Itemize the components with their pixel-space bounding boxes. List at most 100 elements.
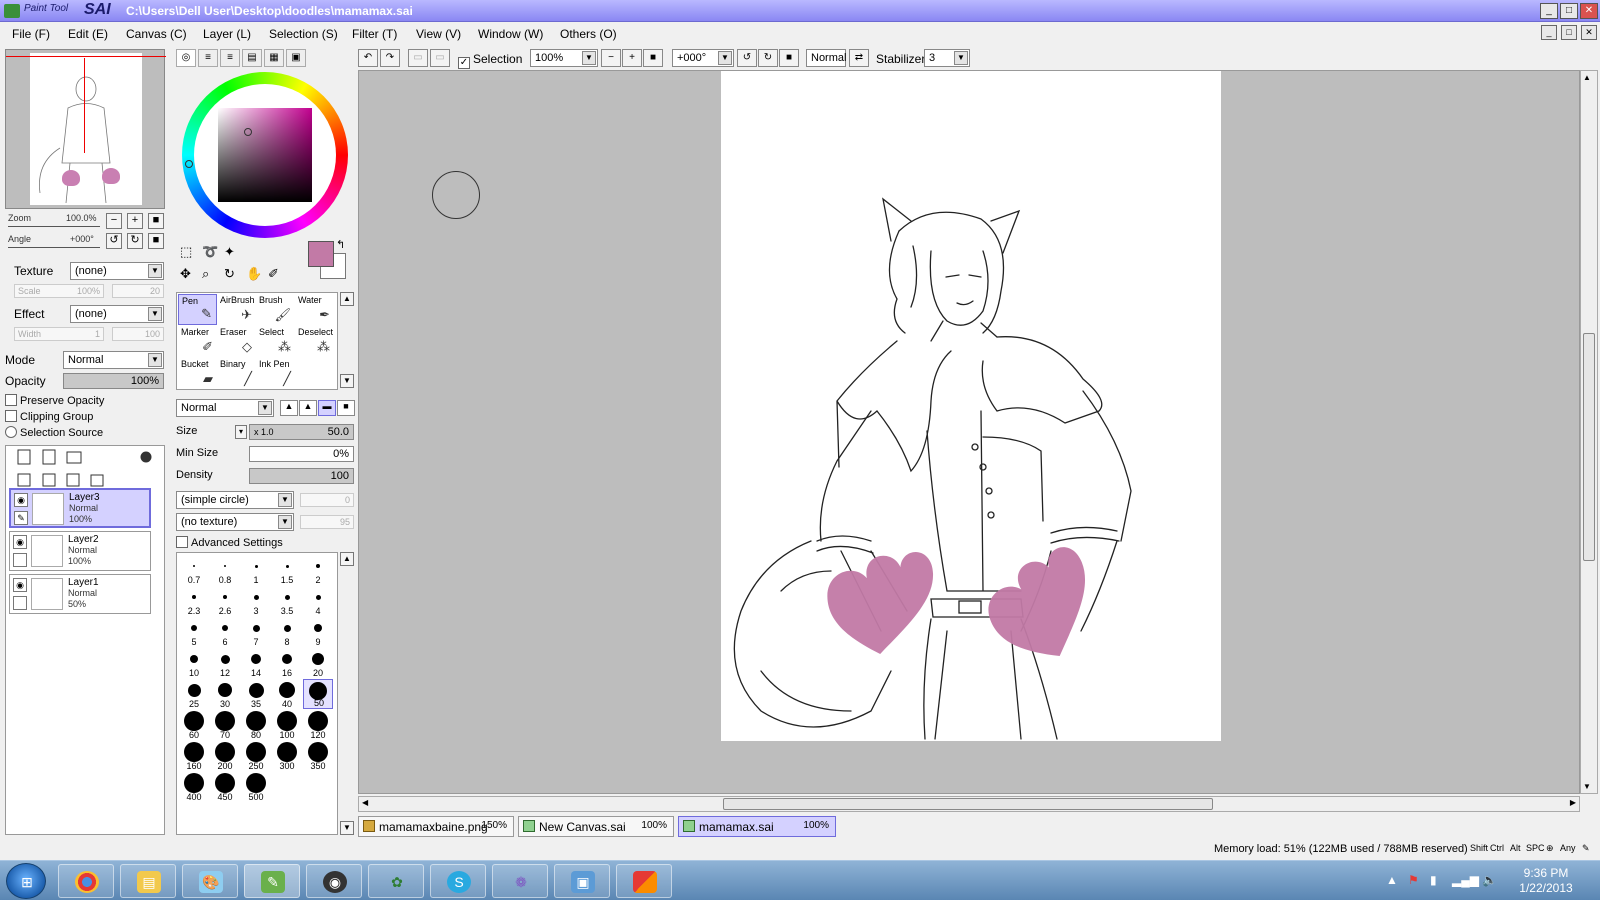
rotate-tool-icon[interactable]: ↻: [224, 266, 235, 282]
redo-button[interactable]: ↷: [380, 49, 400, 67]
hue-marker[interactable]: [185, 160, 193, 168]
blend-mode-dropdown[interactable]: Normal ▼: [63, 351, 164, 369]
brush-size-0-7[interactable]: 0.7: [179, 555, 209, 585]
mask-icon[interactable]: [140, 451, 152, 463]
zoom-field[interactable]: 100% ▼: [530, 49, 598, 67]
taskbar-paw[interactable]: ✿: [368, 864, 424, 898]
taskbar-photos[interactable]: ▣: [554, 864, 610, 898]
brush-texture-dropdown[interactable]: (no texture) ▼: [176, 513, 294, 531]
brush-size-70[interactable]: 70: [210, 710, 240, 740]
brush-size-1[interactable]: 1: [241, 555, 271, 585]
taskbar-flower[interactable]: ❁: [492, 864, 548, 898]
density-slider[interactable]: 100: [249, 468, 354, 484]
brush-size-5[interactable]: 5: [179, 617, 209, 647]
lasso-icon[interactable]: ➰: [202, 244, 218, 260]
clear-layer-icon[interactable]: [66, 473, 80, 487]
canvas-viewport[interactable]: [358, 70, 1580, 794]
taskbar-clock[interactable]: 9:36 PM 1/22/2013: [1506, 866, 1586, 896]
color-mixer-tab[interactable]: ▤: [242, 49, 262, 67]
eye-icon[interactable]: ◉: [13, 535, 27, 549]
tool-select[interactable]: Select ⁂: [256, 326, 295, 357]
tools-scroll-down[interactable]: ▼: [340, 374, 354, 388]
brush-size-0-8[interactable]: 0.8: [210, 555, 240, 585]
taskbar-camera[interactable]: ◉: [306, 864, 362, 898]
brush-size-2[interactable]: 2: [303, 555, 333, 585]
size-mult-toggle[interactable]: ▾: [235, 425, 247, 439]
layer-row-layer2[interactable]: ◉ Layer2 Normal 100%: [9, 531, 151, 571]
menu-window[interactable]: Window (W): [478, 27, 543, 41]
flip-canvas-button[interactable]: ⇄: [849, 49, 869, 67]
brush-size-6[interactable]: 6: [210, 617, 240, 647]
brush-size-40[interactable]: 40: [272, 679, 302, 709]
deselect-button[interactable]: ▭: [408, 49, 428, 67]
pen-slot-icon[interactable]: [13, 553, 27, 567]
chevron-left-icon[interactable]: ◀: [362, 798, 368, 807]
doc-tab-new-canvas[interactable]: New Canvas.sai 100%: [518, 816, 674, 837]
tools-scroll-up[interactable]: ▲: [340, 292, 354, 306]
menu-file[interactable]: File (F): [12, 27, 50, 41]
chevron-down-icon[interactable]: ▼: [1583, 782, 1591, 791]
brush-size-50[interactable]: 50: [303, 679, 333, 709]
taskbar-skype[interactable]: S: [430, 864, 486, 898]
brush-size-3-5[interactable]: 3.5: [272, 586, 302, 616]
foreground-color-swatch[interactable]: [308, 241, 334, 267]
tool-marker[interactable]: Marker ✐: [178, 326, 217, 357]
menu-selection[interactable]: Selection (S): [269, 27, 338, 41]
merge-down-icon[interactable]: [42, 473, 56, 487]
layer-row-layer1[interactable]: ◉ Layer1 Normal 50%: [9, 574, 151, 614]
brush-size-7[interactable]: 7: [241, 617, 271, 647]
close-button[interactable]: ✕: [1580, 3, 1598, 19]
canvas-rotate-right-button[interactable]: ↻: [758, 49, 778, 67]
color-picker-marker[interactable]: [244, 128, 252, 136]
selection-source-radio[interactable]: Selection Source: [5, 426, 103, 439]
zoom-slider[interactable]: [8, 226, 100, 227]
canvas-rotate-left-button[interactable]: ↺: [737, 49, 757, 67]
tool-pen[interactable]: Pen ✎: [178, 294, 217, 325]
canvas-zoom-reset-button[interactable]: ■: [643, 49, 663, 67]
brush-size-4[interactable]: 4: [303, 586, 333, 616]
brush-size-3[interactable]: 3: [241, 586, 271, 616]
doc-minimize-button[interactable]: _: [1541, 25, 1557, 40]
angle-slider[interactable]: [8, 247, 100, 248]
brush-size-8[interactable]: 8: [272, 617, 302, 647]
tool-deselect[interactable]: Deselect ⁂: [295, 326, 334, 357]
brush-size-16[interactable]: 16: [272, 648, 302, 678]
menu-view[interactable]: View (V): [416, 27, 461, 41]
show-hidden-icons[interactable]: ▲: [1386, 873, 1398, 887]
hand-icon[interactable]: ✋: [246, 266, 262, 282]
tool-airbrush[interactable]: AirBrush ✈: [217, 294, 256, 325]
vertical-scroll-thumb[interactable]: [1583, 333, 1595, 561]
brush-size-1-5[interactable]: 1.5: [272, 555, 302, 585]
doc-restore-button[interactable]: □: [1561, 25, 1577, 40]
flag-alert-icon[interactable]: ⚑: [1408, 873, 1419, 887]
horizontal-scrollbar[interactable]: ◀ ▶: [358, 796, 1580, 812]
brush-size-250[interactable]: 250: [241, 741, 271, 771]
opacity-slider[interactable]: 100%: [63, 373, 164, 389]
swap-colors-icon[interactable]: ↰: [336, 238, 345, 251]
horizontal-scroll-thumb[interactable]: [723, 798, 1213, 810]
brush-size-300[interactable]: 300: [272, 741, 302, 771]
min-size-slider[interactable]: 0%: [249, 446, 354, 462]
rotation-field[interactable]: +000° ▼: [672, 49, 734, 67]
tip-shape-1[interactable]: ▲: [280, 400, 298, 416]
canvas-zoom-in-button[interactable]: +: [622, 49, 642, 67]
view-blend-field[interactable]: Normal: [806, 49, 846, 67]
tool-bucket[interactable]: Bucket ▰: [178, 358, 217, 389]
saturation-value-square[interactable]: [218, 108, 312, 202]
show-selection-checkbox[interactable]: ✓ Selection: [458, 52, 522, 69]
brush-blend-dropdown[interactable]: Normal ▼: [176, 399, 274, 417]
taskbar-office[interactable]: [616, 864, 672, 898]
invert-selection-button[interactable]: ▭: [430, 49, 450, 67]
texture-dropdown[interactable]: (none) ▼: [70, 262, 164, 280]
brush-size-100[interactable]: 100: [272, 710, 302, 740]
new-folder-icon[interactable]: [66, 451, 82, 464]
rotate-left-button[interactable]: ↺: [106, 233, 122, 249]
preserve-opacity-checkbox[interactable]: Preserve Opacity: [5, 394, 104, 407]
color-wheel[interactable]: [182, 72, 348, 238]
canvas-rotate-reset-button[interactable]: ■: [779, 49, 799, 67]
undo-button[interactable]: ↶: [358, 49, 378, 67]
brush-size-200[interactable]: 200: [210, 741, 240, 771]
zoom-reset-button[interactable]: ■: [148, 213, 164, 229]
start-button[interactable]: ⊞: [6, 863, 46, 899]
brush-size-35[interactable]: 35: [241, 679, 271, 709]
